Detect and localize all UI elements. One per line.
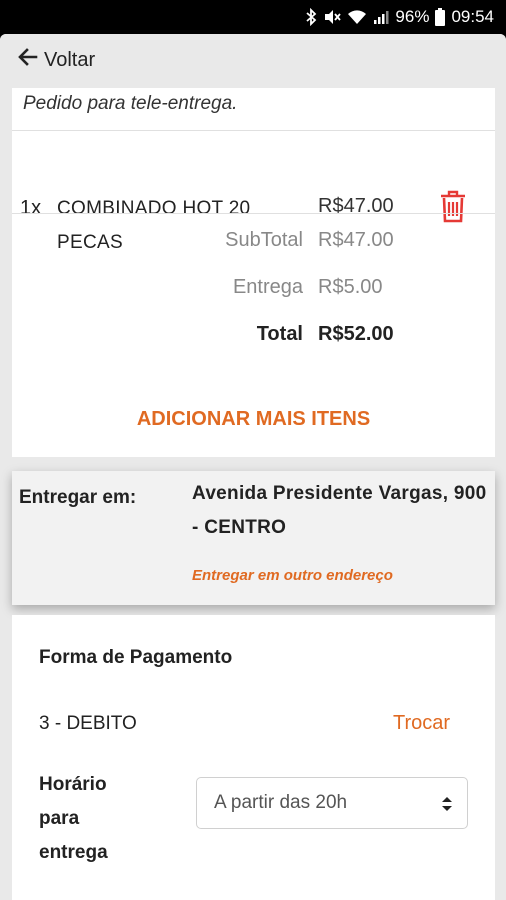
app-screen: Voltar Pedido para tele-entrega. 1x COMB… [0,34,506,900]
item-price: R$47.00 [318,195,394,217]
delivery-time-select[interactable]: A partir das 20h [196,777,468,829]
sort-arrows-icon [441,795,453,813]
order-note: Pedido para tele-entrega. [23,93,238,114]
bluetooth-icon [305,8,317,26]
item-quantity: 1x [20,197,42,219]
add-more-items-button[interactable]: ADICIONAR MAIS ITENS [12,408,495,431]
status-icons: 96% 09:54 [305,7,494,27]
divider [12,213,495,214]
total-label: Total [256,323,303,345]
delivery-fee-value: R$5.00 [318,276,383,298]
status-bar: 96% 09:54 [0,0,506,34]
back-label: Voltar [44,48,96,71]
change-payment-button[interactable]: Trocar [393,712,450,735]
deliver-to-label: Entregar em: [19,487,137,508]
clock: 09:54 [451,7,494,26]
delivery-address: Avenida Presidente Vargas, 900 - CENTRO [192,483,487,538]
arrow-left-icon [18,48,38,72]
delivery-address-card: Entregar em: Avenida Presidente Vargas, … [12,471,495,605]
total-value: R$52.00 [318,323,394,345]
payment-card: Forma de Pagamento 3 - DEBITO Trocar Hor… [12,615,495,900]
delivery-time-label: Horário para entrega [39,774,108,863]
payment-method: 3 - DEBITO [39,713,137,734]
wifi-icon [347,8,367,26]
delivery-fee-label: Entrega [232,276,303,298]
other-address-link[interactable]: Entregar em outro endereço [192,567,393,584]
signal-icon [373,9,389,25]
back-button[interactable]: Voltar [18,48,95,72]
divider [12,130,495,131]
subtotal-label: SubTotal [225,229,303,251]
battery-percent: 96% [395,7,430,26]
trash-icon[interactable] [439,190,467,224]
top-bar: Voltar [0,34,506,88]
battery-icon [435,8,446,26]
subtotal-value: R$47.00 [318,229,394,251]
payment-title: Forma de Pagamento [39,647,233,668]
delivery-time-value: A partir das 20h [214,792,348,813]
order-card: Pedido para tele-entrega. 1x COMBINADO H… [12,88,495,457]
mute-icon [323,8,342,26]
